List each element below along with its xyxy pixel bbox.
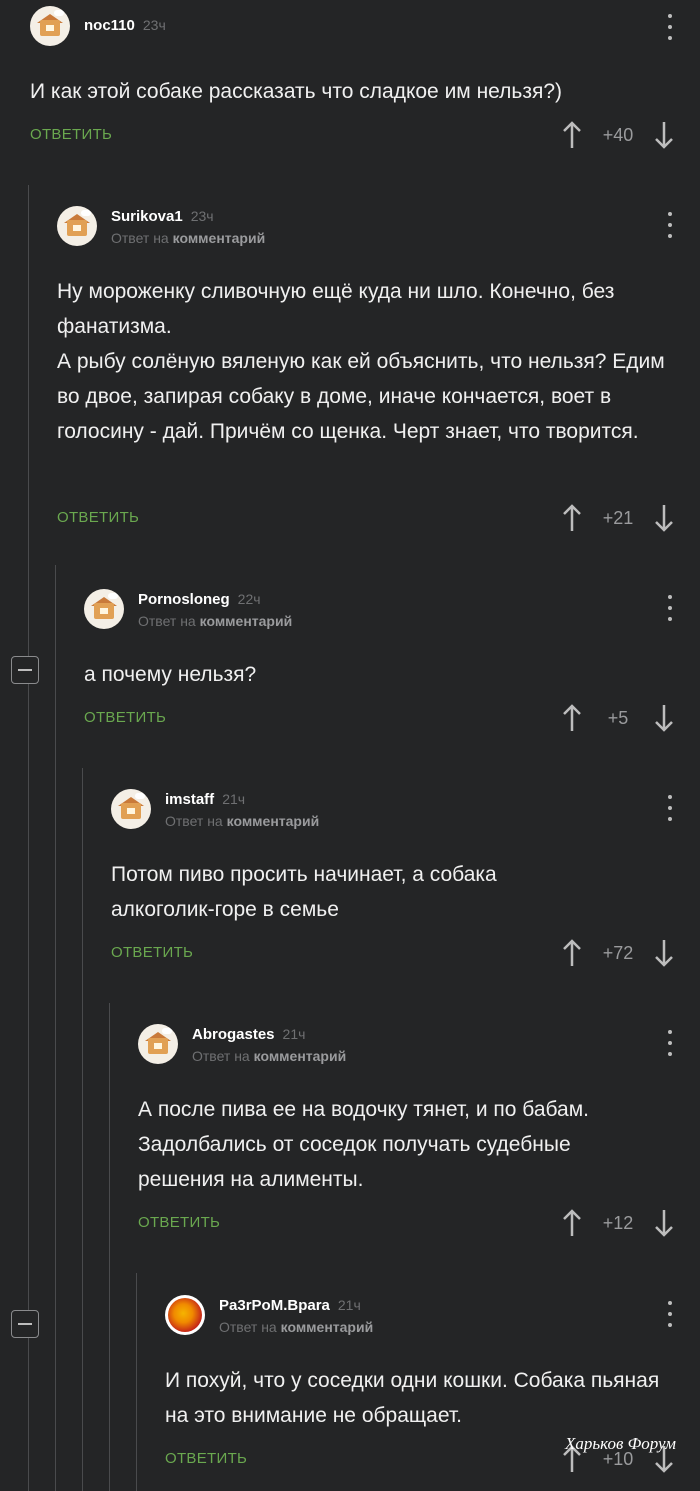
kebab-menu-icon[interactable] xyxy=(668,212,672,238)
arrow-down-icon[interactable] xyxy=(654,503,674,533)
comment-text-line: Ну мороженку сливочную ещё куда ни шло. … xyxy=(57,280,665,443)
comment-score: +5 xyxy=(607,708,629,728)
thread-line-3 xyxy=(82,768,83,1491)
collapse-minus-icon[interactable] xyxy=(11,656,39,684)
vote-controls: +40 xyxy=(562,120,674,150)
arrow-down-icon[interactable] xyxy=(654,120,674,150)
reply-to: Ответ на комментарий xyxy=(111,230,266,246)
comment-text: а почему нельзя? xyxy=(84,663,257,686)
comment: noc110 23ч И как этой собаке рассказать ч… xyxy=(30,6,700,156)
kebab-menu-icon[interactable] xyxy=(668,1030,672,1056)
kebab-menu-icon[interactable] xyxy=(668,795,672,821)
reply-to-link[interactable]: комментарий xyxy=(200,613,293,629)
reply-to-link[interactable]: комментарий xyxy=(281,1319,374,1335)
comment-score: +21 xyxy=(602,508,634,528)
reply-button[interactable]: ОТВЕТИТЬ xyxy=(57,509,139,526)
thread-line-2 xyxy=(55,565,56,1491)
thread-line-4 xyxy=(109,1003,110,1491)
avatar[interactable] xyxy=(30,6,70,46)
avatar[interactable] xyxy=(138,1024,178,1064)
comment: Pa3rPoM.Bpara 21ч Ответ на комментарий И … xyxy=(165,1295,700,1491)
avatar[interactable] xyxy=(57,206,97,246)
comment-author[interactable]: Surikova1 23ч xyxy=(111,208,214,225)
comment-time: 22ч xyxy=(237,591,261,607)
reply-button[interactable]: ОТВЕТИТЬ xyxy=(84,709,166,726)
comment-text: Ну мороженку сливочную ещё куда ни шло. … xyxy=(57,274,680,449)
comment: Surikova1 23ч Ответ на комментарий Ну мор… xyxy=(57,206,700,546)
collapse-minus-icon[interactable] xyxy=(11,1310,39,1338)
comment-time: 21ч xyxy=(282,1026,306,1042)
kebab-menu-icon[interactable] xyxy=(668,14,672,40)
comment: Abrogastes 21ч Ответ на комментарий А пос… xyxy=(138,1024,700,1249)
vote-controls: +5 xyxy=(562,703,674,733)
vote-controls: +21 xyxy=(562,503,674,533)
reply-to: Ответ на комментарий xyxy=(138,613,293,629)
kebab-menu-icon[interactable] xyxy=(668,595,672,621)
reply-to-link[interactable]: комментарий xyxy=(227,813,320,829)
comment-author[interactable]: Pa3rPoM.Bpara 21ч xyxy=(219,1297,361,1314)
vote-controls: +72 xyxy=(562,938,674,968)
comment-time: 23ч xyxy=(190,208,214,224)
vote-controls: +12 xyxy=(562,1208,674,1238)
comment-author[interactable]: Pornosloneg 22ч xyxy=(138,591,261,608)
comment: imstaff 21ч Ответ на комментарий Потом пи… xyxy=(111,789,700,979)
arrow-up-icon[interactable] xyxy=(562,503,582,533)
comment-text: А после пива ее на водочку тянет, и по б… xyxy=(138,1098,590,1191)
comment-text: Потом пиво просить начинает, а собака ал… xyxy=(111,863,497,921)
arrow-up-icon[interactable] xyxy=(562,938,582,968)
comment-author[interactable]: imstaff 21ч xyxy=(165,791,245,808)
avatar[interactable] xyxy=(84,589,124,629)
comment: Pornosloneg 22ч Ответ на комментарий а по… xyxy=(84,589,700,749)
thread-line-5 xyxy=(136,1273,137,1491)
reply-to: Ответ на комментарий xyxy=(165,813,320,829)
avatar[interactable] xyxy=(111,789,151,829)
reply-to-link[interactable]: комментарий xyxy=(173,230,266,246)
comment-time: 21ч xyxy=(337,1297,361,1313)
comment-score: +72 xyxy=(602,943,634,963)
comment-author[interactable]: noc110 23ч xyxy=(84,17,166,34)
reply-button[interactable]: ОТВЕТИТЬ xyxy=(138,1214,220,1231)
avatar[interactable] xyxy=(165,1295,205,1335)
watermark: Харьков Форум xyxy=(565,1434,676,1453)
comment-time: 21ч xyxy=(222,791,246,807)
comment-score: +40 xyxy=(602,125,634,145)
arrow-up-icon[interactable] xyxy=(562,120,582,150)
reply-to: Ответ на комментарий xyxy=(219,1319,374,1335)
arrow-up-icon[interactable] xyxy=(562,703,582,733)
comment-text: И как этой собаке рассказать что сладкое… xyxy=(30,80,563,103)
reply-to: Ответ на комментарий xyxy=(192,1048,347,1064)
arrow-down-icon[interactable] xyxy=(654,703,674,733)
arrow-down-icon[interactable] xyxy=(654,1208,674,1238)
comment-author[interactable]: Abrogastes 21ч xyxy=(192,1026,305,1043)
reply-button[interactable]: ОТВЕТИТЬ xyxy=(165,1450,247,1467)
reply-button[interactable]: ОТВЕТИТЬ xyxy=(111,944,193,961)
comment-time: 23ч xyxy=(142,17,166,33)
arrow-up-icon[interactable] xyxy=(562,1208,582,1238)
thread-line-1 xyxy=(28,185,29,1491)
kebab-menu-icon[interactable] xyxy=(668,1301,672,1327)
comment-score: +12 xyxy=(602,1213,634,1233)
comment-text: И похуй, что у соседки одни кошки. Собак… xyxy=(165,1369,660,1427)
arrow-down-icon[interactable] xyxy=(654,938,674,968)
reply-to-link[interactable]: комментарий xyxy=(254,1048,347,1064)
reply-button[interactable]: ОТВЕТИТЬ xyxy=(30,126,112,143)
